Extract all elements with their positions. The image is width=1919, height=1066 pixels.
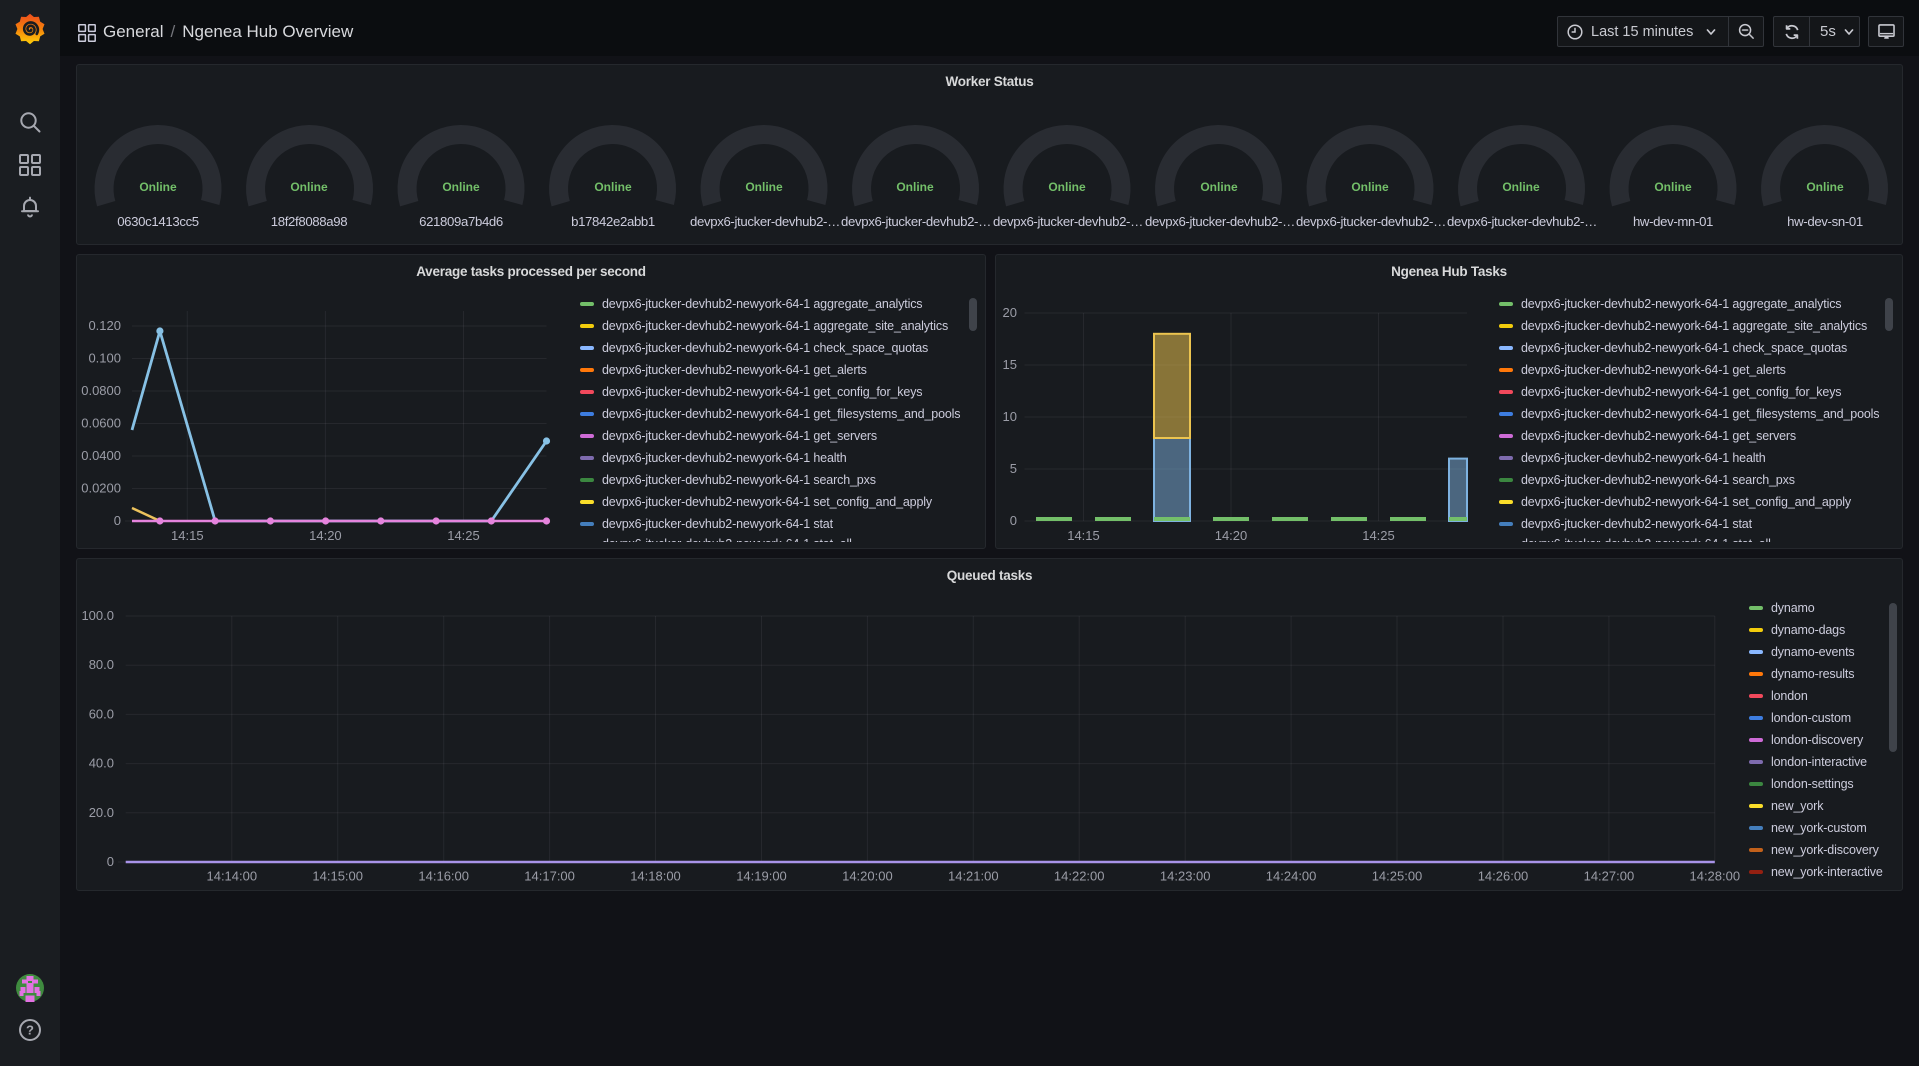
svg-text:15: 15	[1003, 357, 1017, 372]
svg-text:14:18:00: 14:18:00	[630, 869, 681, 884]
svg-text:0.0800: 0.0800	[81, 383, 121, 398]
svg-text:20: 20	[1003, 305, 1017, 320]
svg-text:0.100: 0.100	[88, 351, 121, 366]
svg-text:100.0: 100.0	[81, 608, 114, 623]
svg-text:5: 5	[1010, 461, 1017, 476]
svg-text:20.0: 20.0	[89, 805, 114, 820]
svg-text:14:16:00: 14:16:00	[418, 869, 469, 884]
svg-text:0: 0	[107, 854, 114, 869]
svg-text:14:15: 14:15	[171, 528, 204, 543]
svg-text:14:20:00: 14:20:00	[842, 869, 893, 884]
svg-text:14:22:00: 14:22:00	[1054, 869, 1105, 884]
svg-text:80.0: 80.0	[89, 657, 114, 672]
svg-text:14:19:00: 14:19:00	[736, 869, 787, 884]
svg-text:14:27:00: 14:27:00	[1584, 869, 1635, 884]
svg-text:14:15:00: 14:15:00	[312, 869, 363, 884]
svg-text:14:24:00: 14:24:00	[1266, 869, 1317, 884]
svg-text:14:14:00: 14:14:00	[206, 869, 257, 884]
svg-text:0.0200: 0.0200	[81, 481, 121, 496]
svg-text:14:20: 14:20	[1215, 528, 1248, 543]
svg-text:0: 0	[114, 513, 121, 528]
svg-text:14:21:00: 14:21:00	[948, 869, 999, 884]
svg-text:?: ?	[26, 1023, 34, 1038]
svg-text:14:17:00: 14:17:00	[524, 869, 575, 884]
svg-text:14:20: 14:20	[309, 528, 342, 543]
svg-text:14:28:00: 14:28:00	[1689, 869, 1740, 884]
svg-text:14:25:00: 14:25:00	[1372, 869, 1423, 884]
svg-text:0.0600: 0.0600	[81, 416, 121, 431]
svg-text:10: 10	[1003, 409, 1017, 424]
svg-text:0: 0	[1010, 513, 1017, 528]
svg-text:40.0: 40.0	[89, 756, 114, 771]
svg-text:14:15: 14:15	[1067, 528, 1100, 543]
svg-text:14:25: 14:25	[447, 528, 480, 543]
svg-text:60.0: 60.0	[89, 706, 114, 721]
svg-text:14:26:00: 14:26:00	[1478, 869, 1529, 884]
svg-text:0.0400: 0.0400	[81, 448, 121, 463]
svg-text:0.120: 0.120	[88, 318, 121, 333]
svg-text:14:23:00: 14:23:00	[1160, 869, 1211, 884]
svg-text:14:25: 14:25	[1362, 528, 1395, 543]
